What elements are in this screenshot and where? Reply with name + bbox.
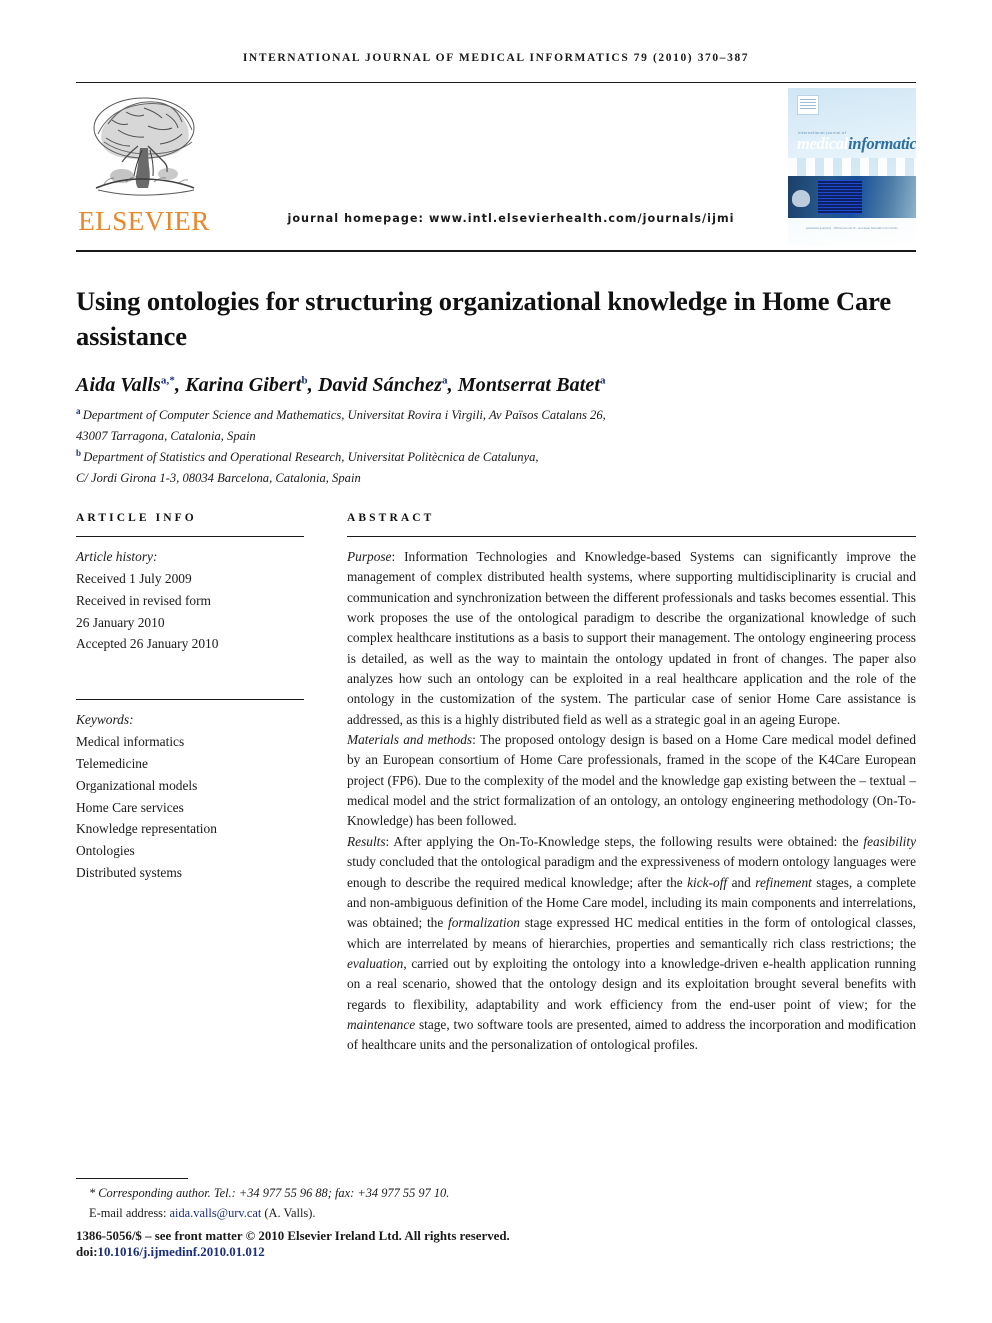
article-history-item: Received in revised form [76, 592, 211, 608]
abstract-em-kickoff: kick-off [687, 874, 728, 890]
author-affiliation-mark: b [301, 374, 308, 387]
email-suffix: (A. Valls). [261, 1205, 316, 1220]
article-history-item: Accepted 26 January 2010 [76, 636, 219, 652]
abstract-em-evaluation: evaluation [347, 955, 404, 971]
keyword-item: Telemedicine [76, 755, 148, 771]
article-info-heading: Article info [76, 512, 197, 524]
article-history-lines: Received 1 July 2009 Received in revised … [76, 568, 304, 655]
abstract-em-formalization: formalization [448, 915, 520, 931]
running-head: International Journal of Medical Informa… [242, 52, 750, 64]
affiliation-mark: b [76, 447, 84, 458]
keyword-item: Knowledge representation [76, 821, 217, 837]
masthead-divider [76, 250, 916, 252]
corresponding-author-note: * Corresponding author. Tel.: +34 977 55… [89, 1186, 450, 1200]
abstract-em-feasibility: feasibility [863, 833, 916, 849]
author-affiliation-mark: a,* [160, 374, 175, 387]
masthead: ELSEVIER journal homepage: www.intl.else… [76, 88, 916, 248]
article-info-divider [76, 536, 304, 537]
keyword-lines: Medical informatics Telemedicine Organizat… [76, 731, 304, 884]
article-history: Article history: Received 1 July 2009 Rec… [76, 546, 304, 655]
article-history-item: Received 1 July 2009 [76, 570, 192, 586]
abstract-materials: Materials and methods: The proposed onto… [347, 732, 916, 829]
keywords-label: Keywords: [76, 712, 134, 728]
email-label: E-mail address: [89, 1205, 170, 1220]
abstract-em-maintenance: maintenance [347, 1016, 416, 1032]
abstract-divider [347, 536, 916, 537]
author-name: Karina Gibert [185, 374, 302, 396]
doi-label: doi: [76, 1245, 98, 1259]
email-line: E-mail address: aida.valls@urv.cat (A. V… [76, 1204, 676, 1224]
abstract-purpose: Purpose: Information Technologies and Kn… [347, 549, 916, 727]
affiliation-mark: a [76, 406, 83, 416]
keyword-item: Organizational models [76, 777, 198, 793]
page-title: Using ontologies for structuring organiz… [76, 285, 891, 351]
abstract-em-refinement: refinement [755, 874, 812, 890]
journal-cover-thumbnail: international journal of medicalinformat… [788, 88, 916, 246]
affiliation-list: a Department of Computer Science and Mat… [76, 404, 836, 488]
email-link[interactable]: aida.valls@urv.cat [170, 1206, 262, 1220]
author-affiliation-mark: a [600, 374, 606, 387]
cover-title: medicalinformatics [797, 134, 916, 153]
keywords-divider [76, 699, 304, 701]
abstract-label-materials: Materials and methods [347, 732, 473, 748]
cover-photo [788, 176, 916, 218]
abstract-column: Abstract Purpose: Information Technologi… [347, 512, 916, 1056]
footnote-divider [76, 1178, 188, 1179]
doi-link[interactable]: 10.1016/j.ijmedinf.2010.01.012 [98, 1245, 265, 1259]
author-list: Aida Vallsa,*, Karina Gibertb, David Sán… [76, 374, 606, 396]
elsevier-logo: ELSEVIER [76, 90, 214, 245]
cover-title-word-medical: medical [797, 134, 849, 153]
elsevier-wordmark: ELSEVIER [78, 206, 210, 236]
keyword-item: Medical informatics [76, 734, 185, 750]
author-name: Aida Valls [76, 374, 161, 396]
paper-page: International Journal of Medical Informa… [0, 0, 992, 1323]
cover-caption: published quarterly · official journal o… [806, 227, 898, 230]
keyword-item: Ontologies [76, 843, 135, 859]
author-name: Montserrat Batet [457, 374, 601, 396]
cover-title-word-informatics: informatics [848, 134, 916, 153]
author-name: David Sánchez [317, 374, 443, 396]
journal-homepage-link[interactable]: journal homepage: www.intl.elsevierhealt… [241, 212, 781, 225]
article-info-column: Article info Article history: Received 1… [76, 512, 304, 884]
abstract-body: Purpose: Information Technologies and Kn… [347, 547, 916, 1056]
abstract-results: Results: After applying the On-To-Knowle… [347, 833, 916, 1053]
doi-line: doi:10.1016/j.ijmedinf.2010.01.012 [76, 1245, 265, 1260]
article-history-label: Article history: [76, 549, 158, 564]
keyword-item: Distributed systems [76, 865, 183, 881]
elsevier-tree-icon [93, 97, 195, 196]
keywords-block: Keywords: Medical informatics Telemedicin… [76, 709, 304, 884]
affiliation-line: a Department of Computer Science and Mat… [76, 406, 606, 423]
abstract-label-purpose: Purpose [347, 549, 392, 564]
abstract-label-results: Results [347, 833, 386, 849]
keyword-item: Home Care services [76, 799, 184, 815]
footnote-block: * Corresponding author. Tel.: +34 977 55… [76, 1184, 676, 1223]
copyright-line: 1386-5056/$ – see front matter © 2010 El… [76, 1229, 510, 1243]
affiliation-line: 43007 Tarragona, Catalonia, Spain [76, 428, 256, 443]
cover-elsevier-icon [797, 95, 819, 115]
author-affiliation-mark: a [442, 374, 448, 387]
affiliation-line: C/ Jordi Girona 1-3, 08034 Barcelona, Ca… [76, 470, 361, 485]
affiliation-line: b Department of Statistics and Operation… [76, 447, 539, 465]
header-divider [76, 82, 916, 83]
abstract-heading: Abstract [347, 512, 435, 524]
article-history-item: 26 January 2010 [76, 614, 165, 630]
